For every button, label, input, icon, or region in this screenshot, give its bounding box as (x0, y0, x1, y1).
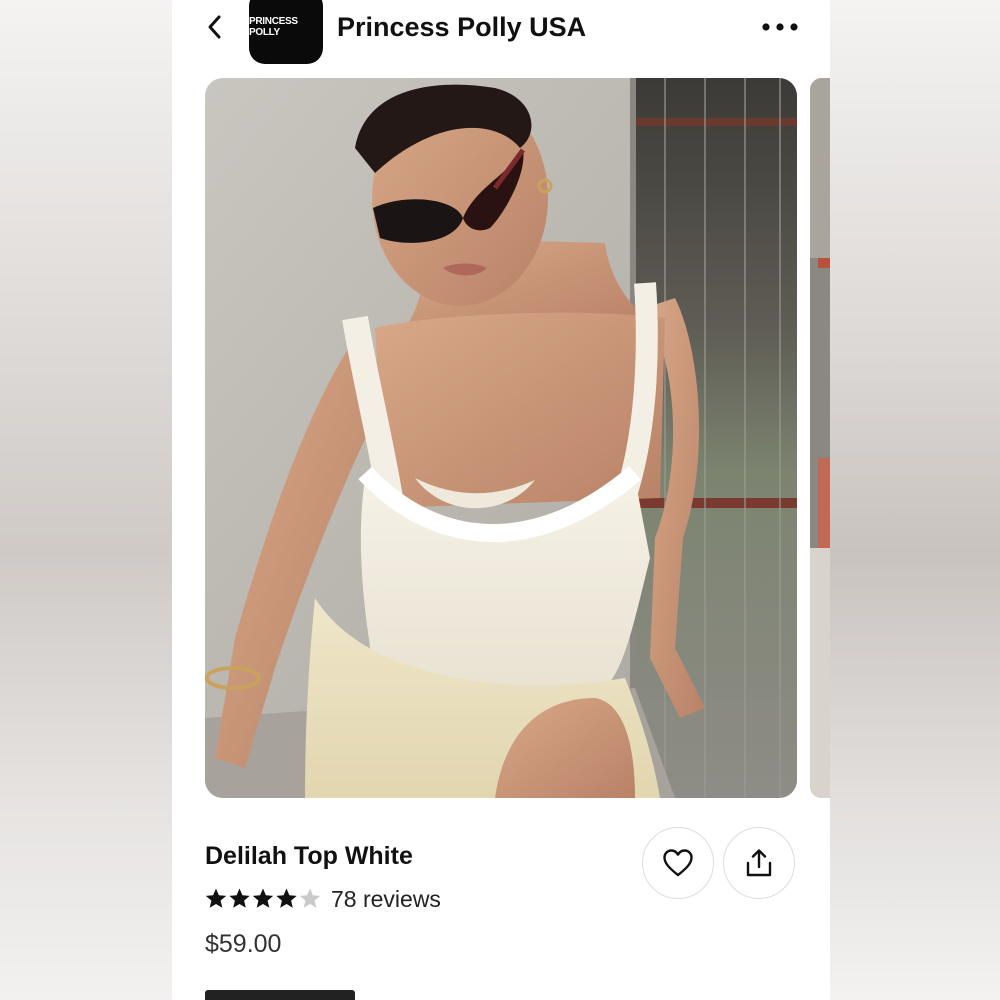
share-icon (746, 849, 772, 877)
product-price: $59.00 (205, 930, 282, 958)
cropped-text-line (205, 990, 355, 1000)
favorite-button[interactable] (642, 827, 714, 899)
more-button[interactable] (760, 14, 800, 40)
brand-name[interactable]: Princess Polly USA (337, 12, 586, 43)
product-page: PRINCESS POLLY Princess Polly USA Delila… (172, 0, 830, 1000)
star-icon (252, 888, 274, 908)
blurred-background-right (828, 0, 1000, 1000)
star-icon (205, 888, 227, 908)
next-image-peek[interactable] (810, 78, 830, 798)
product-rating[interactable]: 78 reviews (205, 884, 441, 914)
star-half-icon (299, 888, 321, 908)
product-title: Delilah Top White (205, 842, 413, 870)
chevron-left-icon (208, 15, 221, 39)
star-icons (205, 888, 321, 908)
product-photo (205, 78, 797, 798)
more-horizontal-icon (762, 23, 798, 31)
brand-logo-text: PRINCESS POLLY (249, 16, 298, 38)
blurred-background-left (0, 0, 172, 1000)
heart-icon (663, 849, 693, 877)
back-button[interactable] (200, 12, 230, 42)
next-photo (810, 78, 830, 798)
star-rating (205, 887, 321, 911)
star-icon (229, 888, 250, 908)
product-image[interactable] (205, 78, 797, 798)
star-icon (276, 888, 297, 908)
share-button[interactable] (723, 827, 795, 899)
review-count[interactable]: 78 reviews (331, 886, 441, 913)
header: PRINCESS POLLY Princess Polly USA (172, 0, 830, 64)
brand-logo[interactable]: PRINCESS POLLY (249, 0, 323, 64)
